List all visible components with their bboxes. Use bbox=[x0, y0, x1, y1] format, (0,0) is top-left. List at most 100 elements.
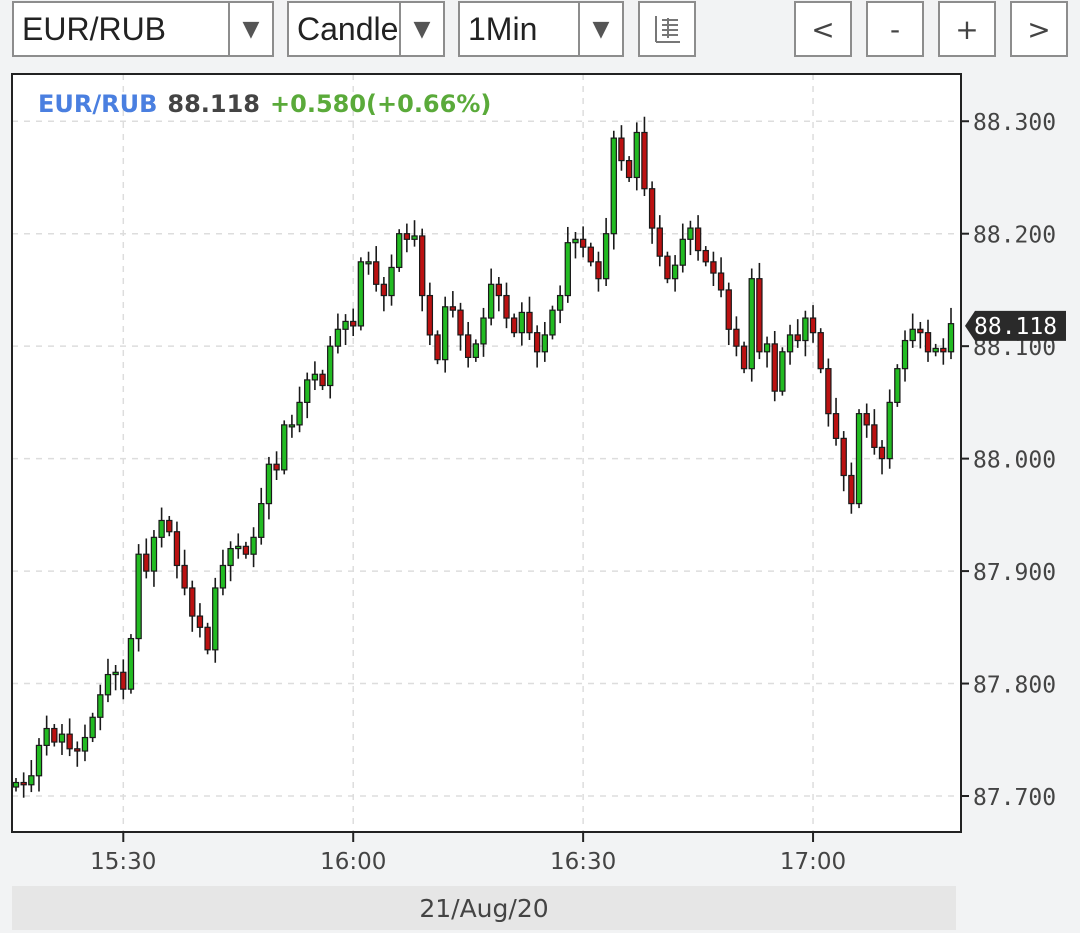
candle bbox=[135, 544, 142, 652]
y-tick-label: 87.900 bbox=[973, 560, 1056, 586]
current-price-label: 88.118 bbox=[974, 314, 1057, 340]
candle-body-up bbox=[104, 673, 112, 696]
candle-body-down bbox=[702, 249, 709, 263]
candle-body-up bbox=[441, 306, 449, 361]
date-bar: 21/Aug/20 bbox=[12, 886, 956, 930]
candle-body-down bbox=[189, 587, 196, 617]
candle-body-up bbox=[518, 311, 526, 334]
candle-body-down bbox=[940, 347, 947, 353]
candle-body-down bbox=[832, 413, 840, 439]
candle-body-down bbox=[863, 413, 870, 426]
candle-body-up bbox=[265, 463, 273, 505]
candle-body-down bbox=[656, 227, 663, 257]
header-price: 88.118 bbox=[167, 90, 260, 118]
candle-body-up bbox=[894, 368, 901, 403]
candle-body-down bbox=[871, 424, 878, 448]
candle-body-down bbox=[840, 437, 847, 477]
candle-body-down bbox=[173, 531, 181, 567]
candle-body-up bbox=[633, 131, 640, 179]
candle-body-down bbox=[717, 272, 725, 291]
candle-body-down bbox=[725, 289, 732, 330]
candle-body-down bbox=[120, 671, 127, 690]
candle-body-up bbox=[12, 781, 20, 788]
candle-body-down bbox=[166, 519, 173, 533]
candle-body-up bbox=[932, 347, 939, 353]
candle-body-up bbox=[572, 238, 579, 244]
candle-body-down bbox=[242, 545, 250, 555]
candle-body-up bbox=[687, 227, 694, 240]
candle-body-up bbox=[227, 547, 234, 567]
candle bbox=[281, 420, 288, 475]
y-tick-label: 88.200 bbox=[973, 223, 1056, 249]
candle bbox=[396, 229, 403, 272]
plot-area bbox=[12, 74, 961, 832]
candle-body-up bbox=[564, 242, 571, 297]
candle bbox=[779, 347, 786, 396]
candle-body-up bbox=[212, 587, 219, 651]
candle-body-up bbox=[58, 733, 66, 743]
current-price-tag: 88.118 bbox=[965, 310, 1066, 341]
candle-body-down bbox=[196, 615, 204, 628]
candle-body-up bbox=[288, 424, 296, 428]
header-change: +0.580(+0.66%) bbox=[270, 90, 491, 118]
candle-body-down bbox=[710, 261, 717, 274]
candle-body-down bbox=[817, 332, 824, 370]
candlestick-chart[interactable]: 88.30088.20088.10088.00087.90087.80087.7… bbox=[0, 0, 1080, 886]
candle-body-up bbox=[135, 553, 142, 640]
candle-body-up bbox=[671, 264, 679, 280]
candle-body-up bbox=[802, 317, 809, 342]
candle-body-up bbox=[556, 294, 564, 311]
candle-body-up bbox=[748, 278, 755, 370]
candle bbox=[127, 634, 135, 694]
candle-body-up bbox=[365, 261, 372, 265]
candle bbox=[357, 257, 365, 331]
candle-body-down bbox=[273, 463, 280, 471]
candle-body-up bbox=[487, 283, 495, 319]
candle-body-up bbox=[763, 343, 771, 353]
candle bbox=[664, 251, 671, 284]
x-tick-label: 17:00 bbox=[780, 849, 846, 875]
candle-body-up bbox=[281, 424, 288, 471]
candle-body-up bbox=[150, 536, 158, 572]
candle bbox=[549, 305, 556, 340]
candle-body-down bbox=[878, 446, 886, 460]
candle-body-down bbox=[924, 332, 932, 353]
candle-body-down bbox=[587, 246, 594, 263]
candle-body-up bbox=[909, 328, 916, 342]
candle-body-down bbox=[380, 283, 388, 297]
candle-body-up bbox=[342, 320, 349, 330]
y-axis: 88.30088.20088.10088.00087.90087.80087.7… bbox=[961, 110, 1056, 811]
candle-body-down bbox=[625, 159, 633, 179]
candle-body-down bbox=[426, 294, 434, 336]
candle-body-down bbox=[579, 238, 587, 248]
candle-body-up bbox=[158, 519, 165, 538]
y-tick-label: 87.700 bbox=[973, 785, 1056, 811]
candle-body-up bbox=[886, 401, 893, 460]
header-symbol: EUR/RUB bbox=[38, 90, 157, 118]
candle-body-down bbox=[51, 727, 58, 743]
candle-body-down bbox=[618, 137, 625, 162]
candle bbox=[817, 328, 824, 374]
candle-body-down bbox=[503, 294, 510, 319]
candle-body-up bbox=[396, 233, 403, 269]
candle-body-up bbox=[901, 339, 909, 370]
candle-body-down bbox=[526, 311, 533, 334]
candle-body-up bbox=[43, 727, 50, 747]
y-tick-label: 88.300 bbox=[973, 110, 1056, 136]
candle-body-up bbox=[480, 317, 487, 345]
candle-body-down bbox=[403, 233, 411, 240]
candle-body-up bbox=[296, 401, 303, 426]
candle-body-down bbox=[143, 553, 150, 572]
candle-body-up bbox=[602, 233, 610, 280]
candle-body-up bbox=[304, 379, 311, 403]
candle-body-up bbox=[855, 413, 863, 505]
candle-body-up bbox=[679, 238, 686, 266]
candle-body-up bbox=[89, 716, 96, 739]
candle-body-down bbox=[464, 334, 472, 359]
x-axis: 15:30 16:00 16:30 17:00 bbox=[90, 832, 846, 875]
candle-body-down bbox=[350, 320, 357, 327]
candle bbox=[212, 577, 219, 663]
candle-body-down bbox=[756, 278, 763, 353]
candle-body-down bbox=[771, 343, 778, 392]
date-label: 21/Aug/20 bbox=[419, 893, 549, 923]
